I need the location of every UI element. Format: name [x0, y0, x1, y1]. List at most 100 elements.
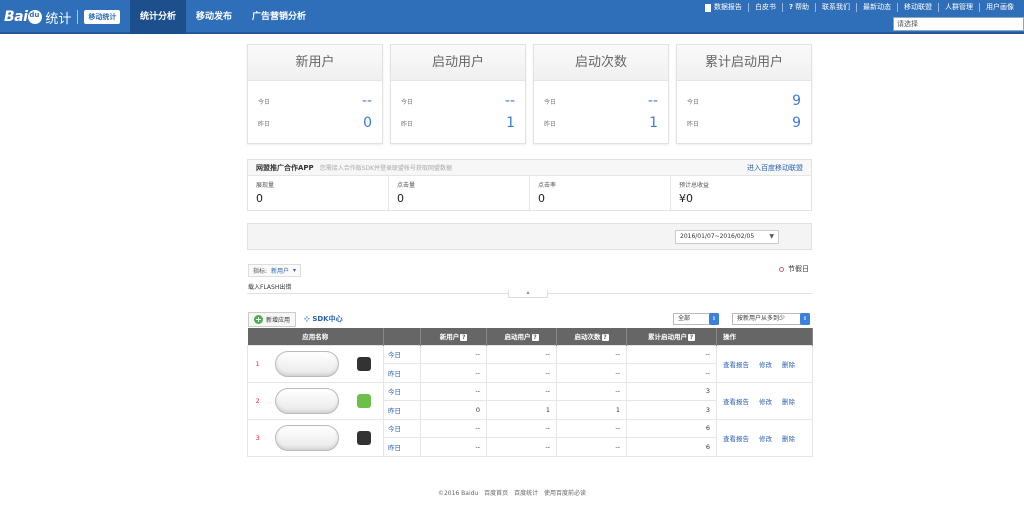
footer-link-terms[interactable]: 使用百度前必读: [544, 490, 586, 497]
date-range-select[interactable]: 2016/01/07~2016/02/05 ▼: [675, 230, 779, 244]
view-report-link[interactable]: 查看报告: [723, 398, 749, 406]
link-news[interactable]: 最新动态: [856, 3, 897, 12]
view-report-link[interactable]: 查看报告: [723, 435, 749, 443]
partner-stat-revenue: 预计总收益 ¥0: [671, 176, 811, 210]
edit-link[interactable]: 修改: [759, 435, 772, 443]
edit-link[interactable]: 修改: [759, 398, 772, 406]
add-app-button[interactable]: + 新增应用: [248, 311, 297, 327]
header-text: 启动用户: [504, 333, 531, 342]
logo-tongji: 统计: [45, 11, 72, 27]
partner-panel: 网盟推广合作APP 您需接入合作版SDK并登录联盟帐号获取网盟数据 进入百度移动…: [247, 159, 812, 211]
row-label: 昨日: [687, 120, 700, 128]
help-icon[interactable]: ?: [531, 334, 539, 342]
help-icon[interactable]: ?: [460, 334, 468, 342]
link-whitepaper[interactable]: 白皮书: [747, 3, 782, 12]
baidu-logo[interactable]: Bai 统计 移动统计: [4, 6, 121, 28]
link-crowd-mgmt[interactable]: 人群管理: [938, 3, 979, 12]
card-title: 累计启动用户: [677, 45, 811, 81]
platform-cell: [345, 381, 385, 420]
plus-icon: +: [254, 314, 263, 324]
cell-launches: --: [556, 418, 628, 438]
day-link[interactable]: 昨日: [383, 400, 422, 420]
sdk-label: SDK中心: [312, 315, 343, 323]
rank-number: 3: [247, 418, 268, 457]
app-name-placeholder[interactable]: [274, 387, 339, 414]
logo-divider: [77, 10, 79, 24]
row-label: 昨日: [258, 120, 271, 128]
cell-new-users: 0: [420, 400, 488, 420]
day-link[interactable]: 今日: [383, 418, 422, 438]
link-data-report[interactable]: 数据报告: [699, 3, 748, 12]
header-text: 启动次数: [574, 333, 601, 342]
cell-active-users: --: [486, 363, 558, 383]
delete-link[interactable]: 删除: [782, 435, 795, 443]
app-table: 应用名称 新用户? 启动用户? 启动次数? 累计启动用户? 操作 1 今日 --…: [247, 328, 814, 457]
holiday-legend[interactable]: 节假日: [779, 264, 809, 274]
link-mobile-union[interactable]: 移动联盟: [897, 3, 938, 12]
nav-ad-analysis[interactable]: 广告营销分析: [242, 0, 316, 34]
metric-selector[interactable]: 指标: 新用户 ▾: [248, 264, 302, 277]
partner-desc: 您需接入合作版SDK并登录联盟帐号获取网盟数据: [319, 165, 453, 172]
cell-cumulative: 6: [626, 418, 718, 438]
dropdown-arrow-icon: ▼: [769, 233, 774, 240]
cell-launches: --: [556, 437, 628, 457]
col-header-app-name: 应用名称: [247, 328, 385, 345]
cell-new-users: --: [420, 418, 488, 438]
app-name-placeholder[interactable]: [274, 424, 339, 451]
partner-stat-ctr: 点击率 0: [530, 176, 671, 210]
cell-cumulative: --: [626, 344, 718, 364]
edit-link[interactable]: 修改: [759, 361, 772, 369]
date-range-value: 2016/01/07~2016/02/05: [680, 233, 755, 240]
logo-text: Bai: [4, 9, 28, 25]
metric-value: 新用户: [271, 268, 290, 275]
cell-active-users: --: [486, 344, 558, 364]
nav-mobile-publish[interactable]: 移动发布: [186, 0, 242, 34]
day-link[interactable]: 今日: [383, 344, 422, 364]
col-header-actions: 操作: [716, 328, 814, 345]
day-link[interactable]: 昨日: [383, 437, 422, 457]
row-label: 今日: [401, 98, 414, 106]
help-icon[interactable]: ?: [601, 334, 609, 342]
holiday-label: 节假日: [788, 265, 809, 273]
day-link[interactable]: 昨日: [383, 363, 422, 383]
partner-stats: 展现量 0 点击量 0 点击率 0 预计总收益 ¥0: [248, 176, 811, 210]
app-select-input[interactable]: 请选择: [893, 17, 1024, 31]
delete-link[interactable]: 删除: [782, 361, 795, 369]
date-filter-bar: 2016/01/07~2016/02/05 ▼: [247, 223, 812, 250]
app-name-cell: [267, 344, 346, 383]
link-contact[interactable]: 联系我们: [815, 3, 856, 12]
header-text: 新用户: [439, 333, 460, 342]
row-label: 昨日: [544, 120, 557, 128]
enter-mobile-union-link[interactable]: 进入百度移动联盟: [747, 163, 803, 173]
top-bar: Bai 统计 移动统计 统计分析 移动发布 广告营销分析 数据报告 白皮书 ?帮…: [0, 0, 1024, 34]
app-name-placeholder[interactable]: [274, 350, 339, 377]
dropdown-arrow-icon: ▾: [293, 267, 297, 274]
partner-title: 网盟推广合作APP: [256, 163, 314, 172]
day-link[interactable]: 今日: [383, 381, 422, 401]
stat-card-cumulative-users: 累计启动用户 今日 9 昨日 9: [676, 44, 812, 144]
stat-label: 预计总收益: [679, 182, 710, 189]
apple-icon: [357, 356, 372, 371]
card-row-today: 今日 9: [687, 91, 801, 111]
view-report-link[interactable]: 查看报告: [723, 361, 749, 369]
link-user-profile[interactable]: 用户画像: [979, 3, 1020, 12]
delete-link[interactable]: 删除: [782, 398, 795, 406]
platform-filter-select[interactable]: 全部 ⇕: [673, 313, 719, 325]
cell-cumulative: 3: [626, 400, 718, 420]
row-value: --: [647, 93, 658, 109]
card-title: 新用户: [248, 45, 382, 81]
row-label: 今日: [687, 98, 700, 106]
link-help[interactable]: ? 帮助: [781, 3, 815, 12]
footer-link-baidu-tongji[interactable]: 百度统计: [514, 490, 538, 497]
footer-link-baidu-home[interactable]: 百度首页: [484, 490, 508, 497]
cell-new-users: --: [420, 344, 488, 364]
actions-cell: 查看报告 修改 删除: [716, 418, 814, 457]
nav-stats-analysis[interactable]: 统计分析: [130, 0, 187, 34]
col-header-day: [383, 328, 422, 345]
header-text: 操作: [723, 333, 737, 342]
sdk-center-link[interactable]: ⊹ SDK中心: [304, 314, 343, 324]
sort-select[interactable]: 按新用户从多到少 ⇕: [732, 313, 810, 325]
help-icon[interactable]: ?: [688, 334, 696, 342]
collapse-toggle[interactable]: ▴: [508, 290, 548, 298]
card-row-today: 今日 --: [544, 91, 658, 111]
